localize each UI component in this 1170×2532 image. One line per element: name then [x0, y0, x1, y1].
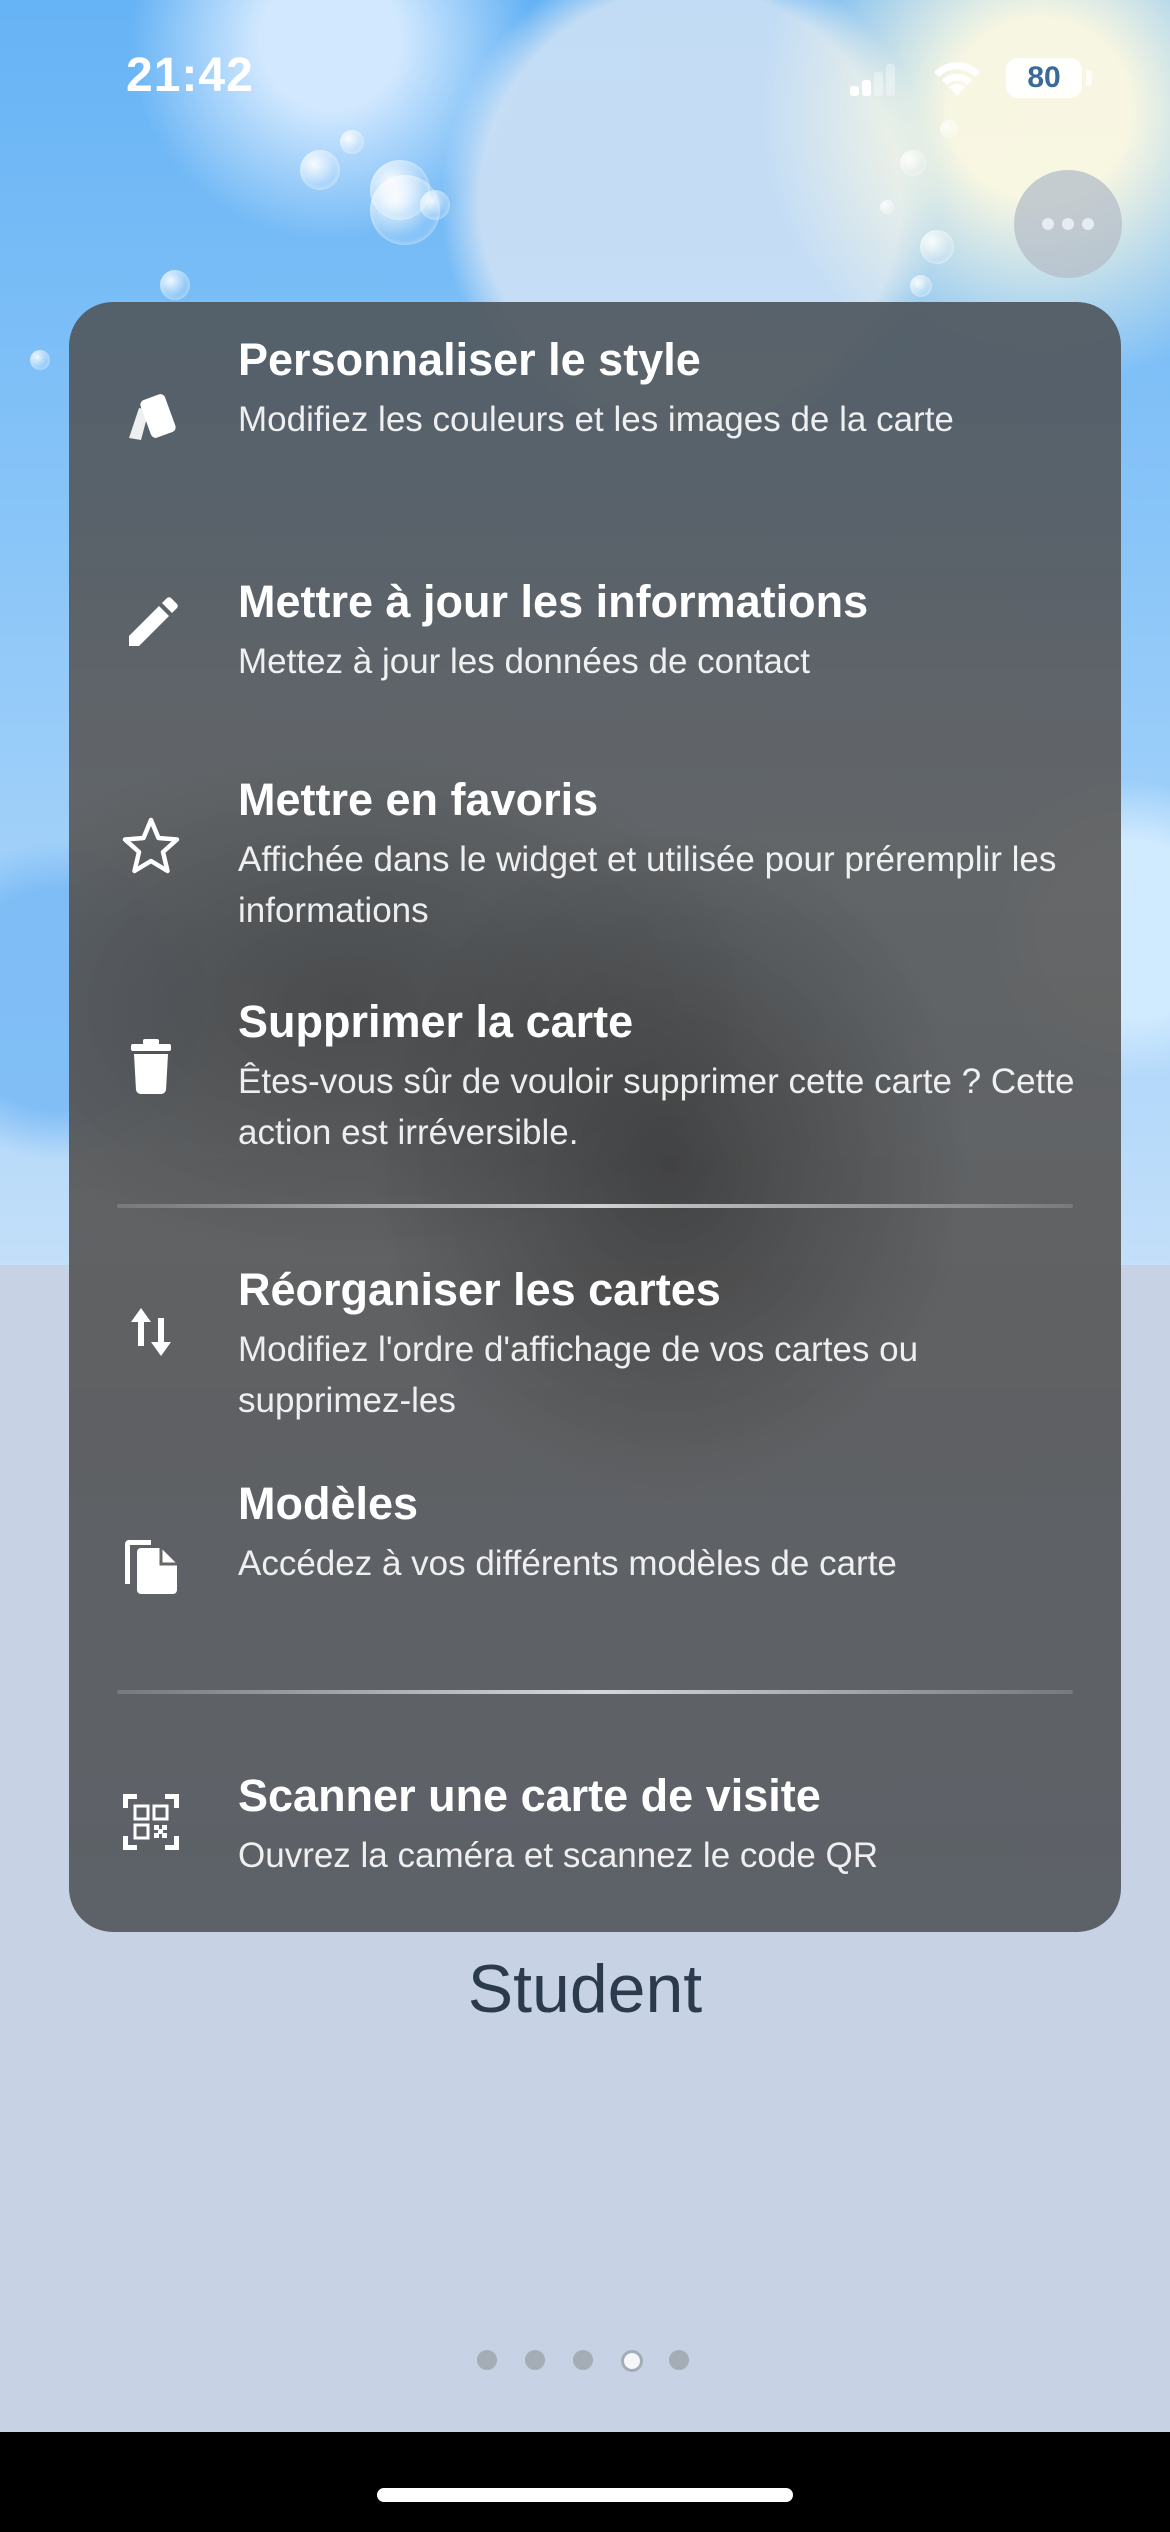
ellipsis-dot: [1082, 218, 1094, 230]
page-indicator: [0, 2350, 1170, 2376]
reorder-arrows-icon: [119, 1300, 183, 1364]
pencil-icon: [119, 590, 183, 654]
menu-item-description: Accédez à vos différents modèles de cart…: [238, 1544, 897, 1583]
home-indicator[interactable]: [377, 2488, 793, 2502]
menu-item-delete-card[interactable]: Supprimer la carte Êtes-vous sûr de voul…: [69, 942, 1121, 1182]
menu-item-description: Modifiez l'ordre d'affichage de vos cart…: [238, 1330, 919, 1420]
page-dot[interactable]: [669, 2350, 689, 2370]
home-bar-area: [0, 2432, 1170, 2532]
menu-item-customize-style[interactable]: Personnaliser le style Modifiez les coul…: [69, 302, 1121, 522]
page-dot-active[interactable]: [621, 2350, 643, 2372]
menu-item-title: Mettre à jour les informations: [238, 576, 869, 627]
menu-item-favorite[interactable]: Mettre en favoris Affichée dans le widge…: [69, 722, 1121, 942]
page-dot[interactable]: [477, 2350, 497, 2370]
menu-item-description: Êtes-vous sûr de vouloir supprimer cette…: [238, 1062, 1075, 1152]
trash-icon: [119, 1034, 183, 1098]
card-name: Student: [467, 1951, 703, 2027]
menu-item-title: Mettre en favoris: [238, 774, 599, 825]
menu-item-title: Scanner une carte de visite: [238, 1770, 821, 1821]
ellipsis-icon: [1042, 218, 1054, 230]
context-menu: Personnaliser le style Modifiez les coul…: [69, 302, 1121, 1932]
menu-item-title: Personnaliser le style: [238, 334, 701, 385]
page-dot[interactable]: [573, 2350, 593, 2370]
menu-item-reorder-cards[interactable]: Réorganiser les cartes Modifiez l'ordre …: [69, 1212, 1121, 1452]
more-options-button[interactable]: [1014, 170, 1122, 278]
menu-item-title: Modèles: [238, 1478, 419, 1529]
menu-item-description: Ouvrez la caméra et scannez le code QR: [238, 1836, 879, 1875]
templates-icon: [119, 1534, 183, 1598]
menu-item-title: Supprimer la carte: [238, 996, 634, 1047]
menu-item-title: Réorganiser les cartes: [238, 1264, 721, 1315]
battery-icon: 80: [1006, 58, 1082, 98]
star-icon: [119, 814, 183, 878]
menu-item-description: Affichée dans le widget et utilisée pour…: [238, 840, 1057, 930]
menu-item-scan-business-card[interactable]: Scanner une carte de visite Ouvrez la ca…: [69, 1698, 1121, 1932]
status-time: 21:42: [126, 49, 254, 102]
menu-item-description: Modifiez les couleurs et les images de l…: [238, 400, 954, 439]
battery-tip: [1086, 70, 1092, 86]
page-dot[interactable]: [525, 2350, 545, 2370]
qr-scan-icon: [119, 1790, 183, 1854]
menu-item-description: Mettez à jour les données de contact: [238, 642, 811, 681]
wifi-icon: [934, 62, 980, 96]
menu-item-update-info[interactable]: Mettre à jour les informations Mettez à …: [69, 522, 1121, 722]
status-bar: 21:42 80: [0, 0, 1170, 150]
ellipsis-dot: [1062, 218, 1074, 230]
cards-style-icon: [119, 386, 183, 450]
cellular-signal-icon: [850, 62, 895, 96]
menu-separator: [117, 1204, 1073, 1208]
menu-separator: [117, 1690, 1073, 1694]
menu-item-templates[interactable]: Modèles Accédez à vos différents modèles…: [69, 1452, 1121, 1682]
battery-level: 80: [1027, 61, 1061, 94]
